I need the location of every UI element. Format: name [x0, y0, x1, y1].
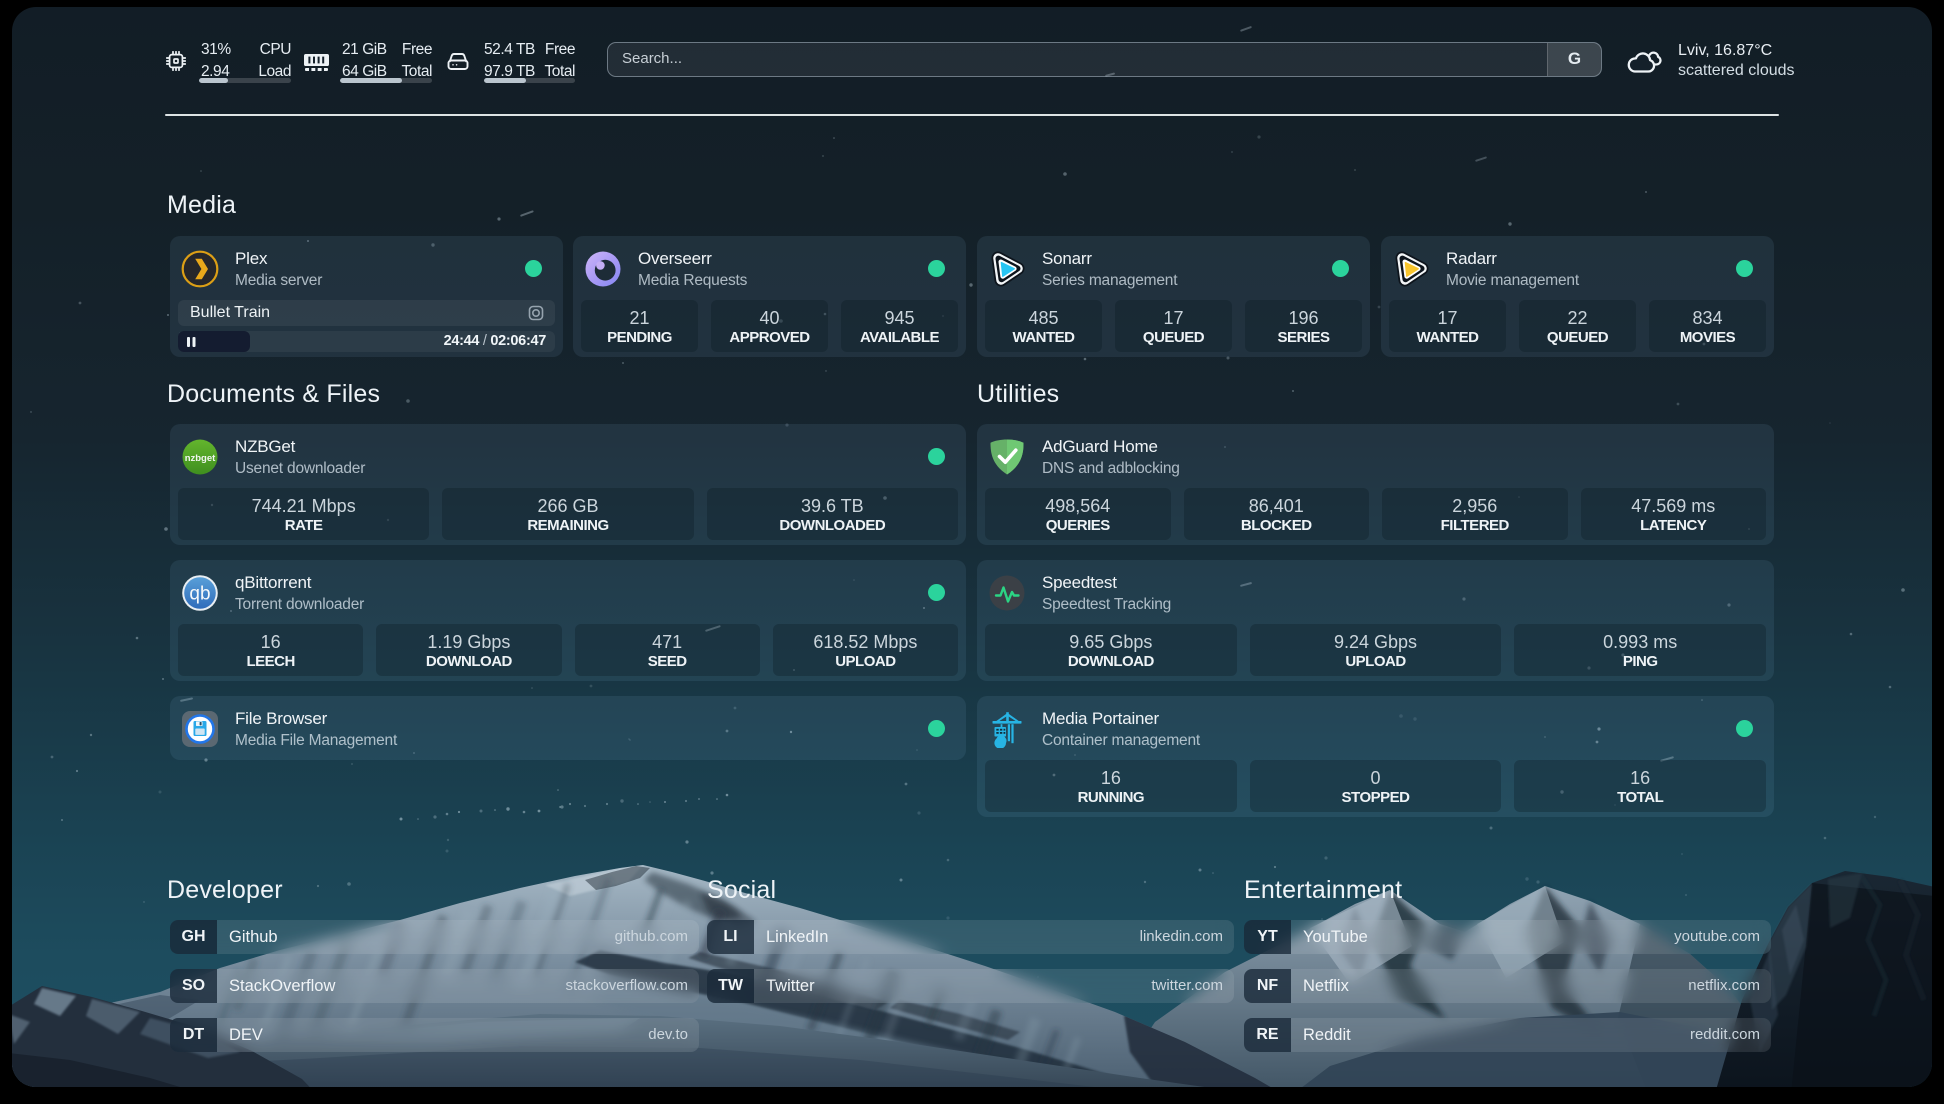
- svg-text:qb: qb: [189, 584, 210, 605]
- svg-text:nzbget: nzbget: [185, 453, 216, 464]
